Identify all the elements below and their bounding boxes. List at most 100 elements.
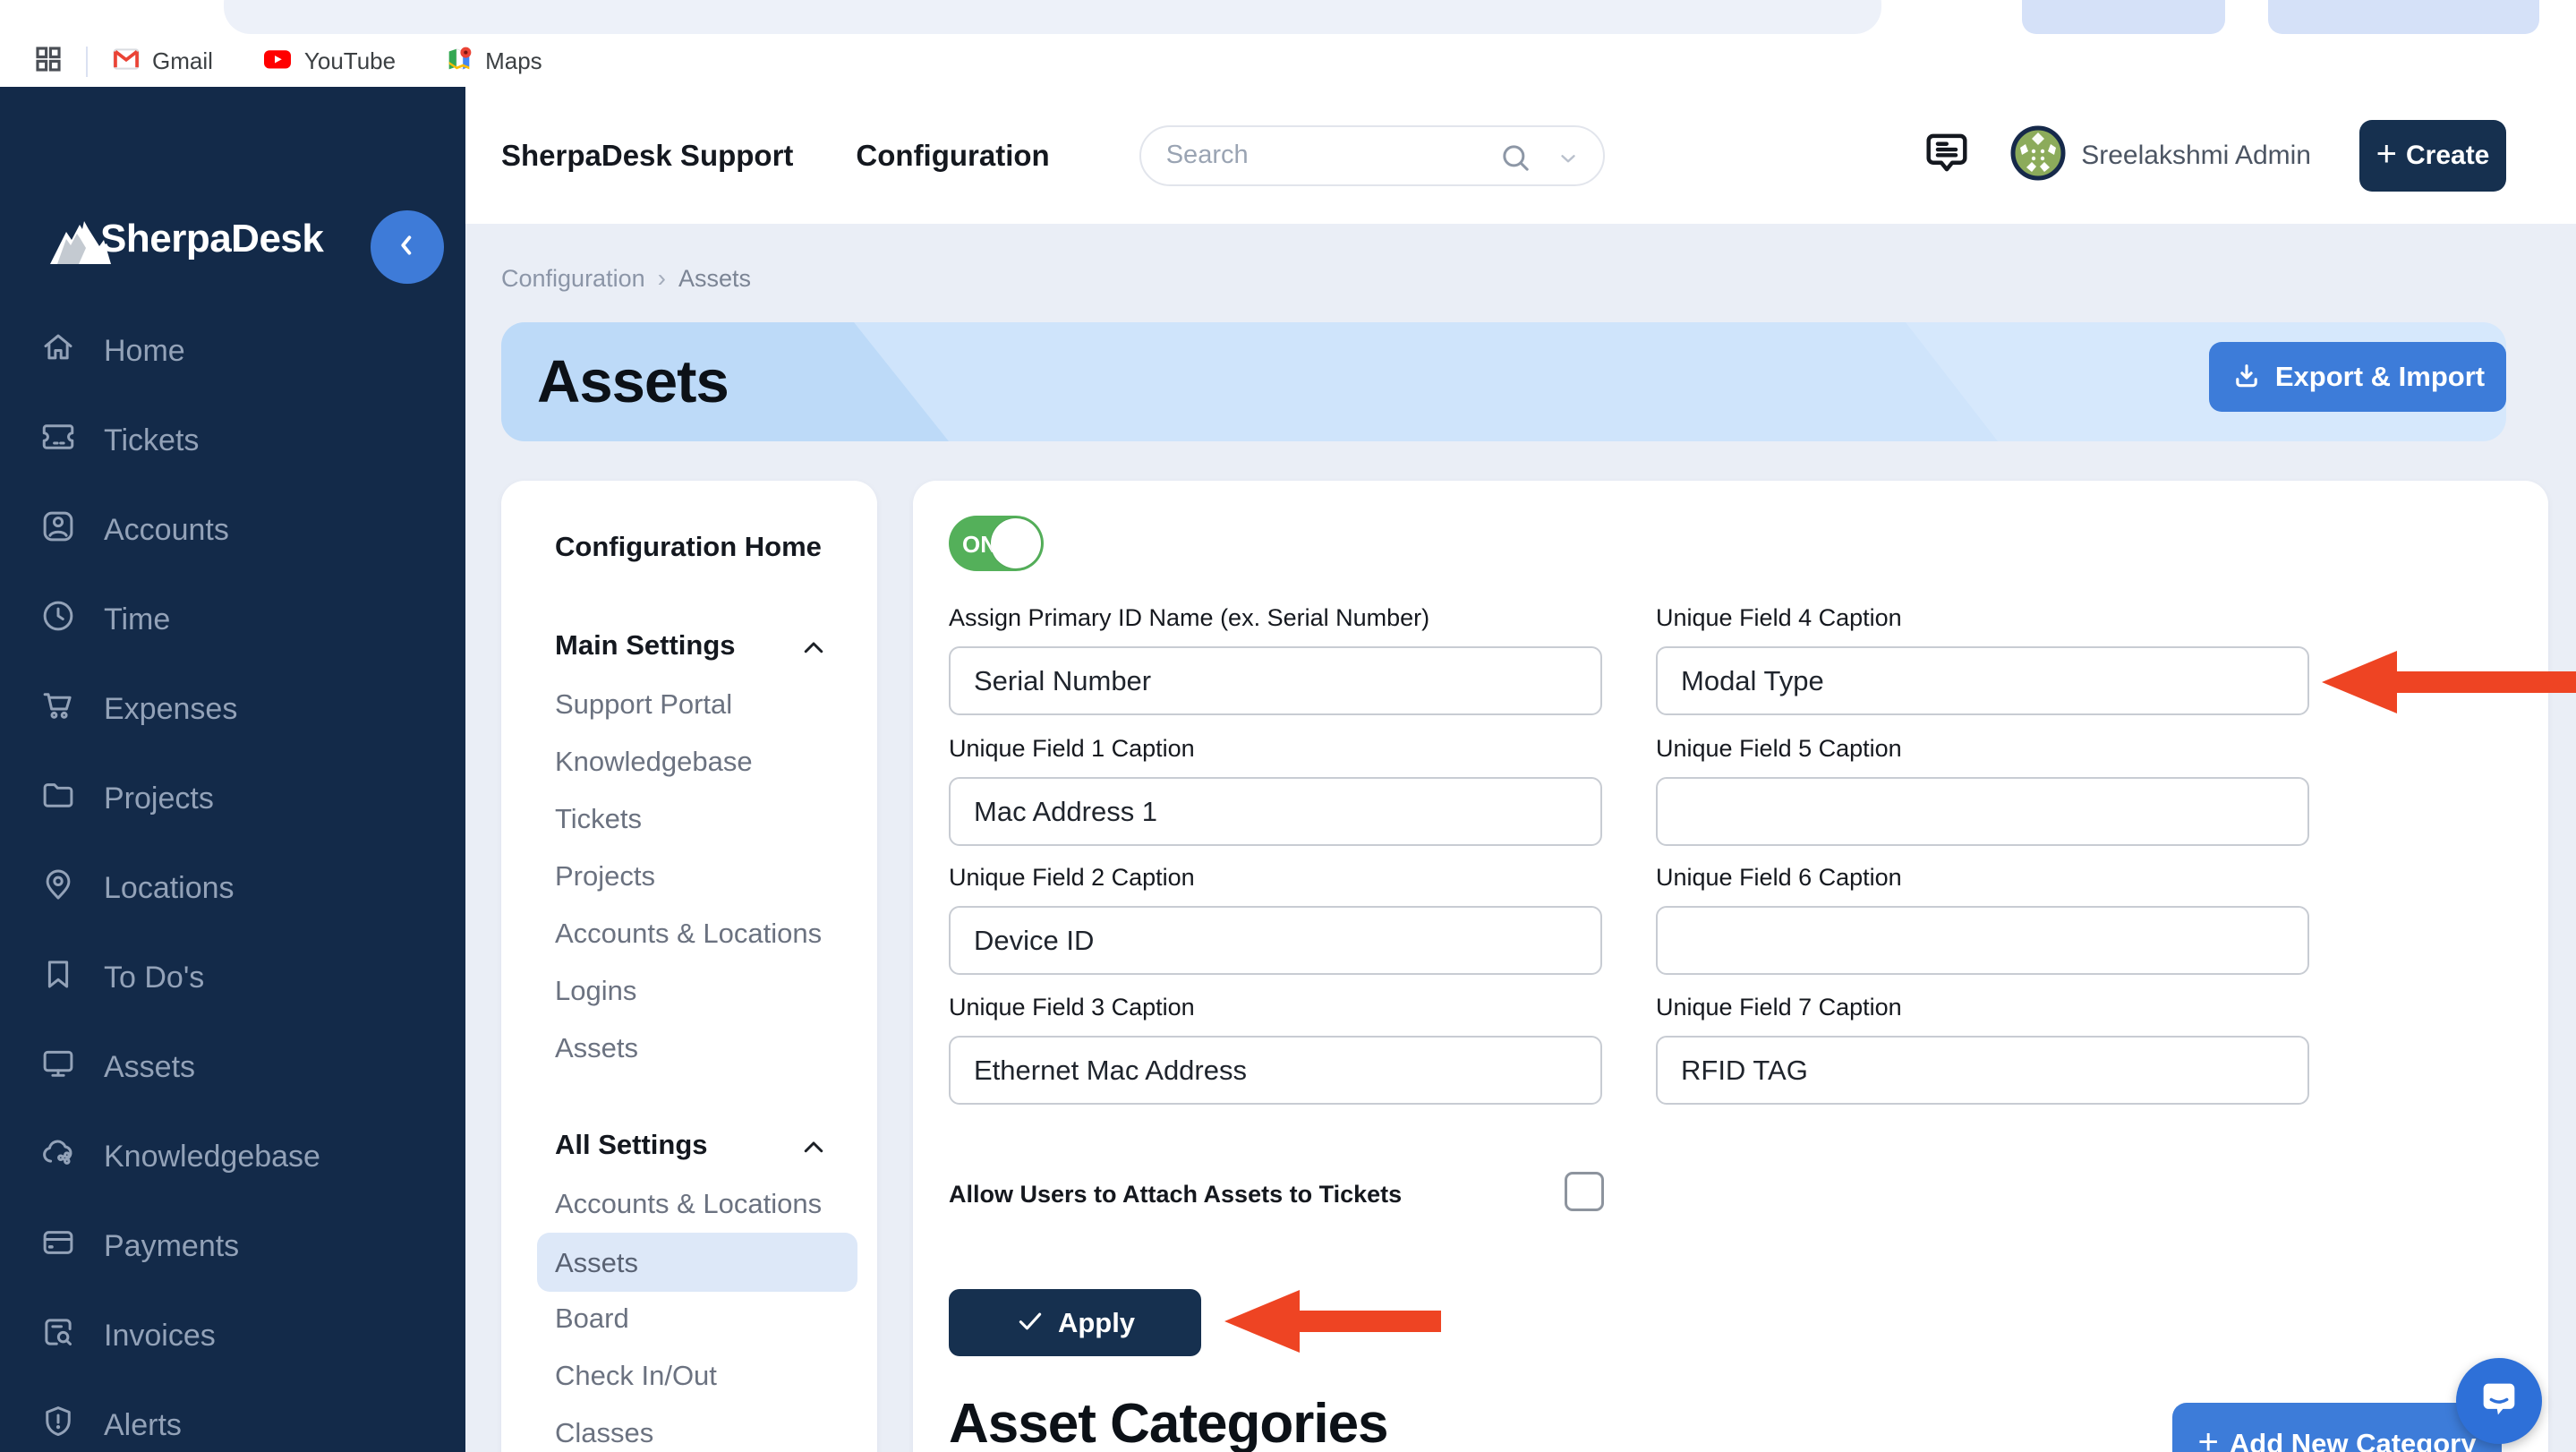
unique-field-3-input[interactable] [949,1036,1602,1105]
cart-icon [39,687,77,732]
config-nav-item-accounts-locations-all[interactable]: Accounts & Locations [555,1188,822,1220]
unique-field-1-input[interactable] [949,777,1602,846]
sidebar-item-label: Assets [104,1050,195,1085]
gmail-icon [111,44,141,79]
breadcrumb-assets: Assets [678,265,751,293]
config-nav-item-tickets[interactable]: Tickets [555,803,642,835]
browser-toolbar-pill[interactable] [2268,0,2539,34]
bookmark-gmail[interactable]: Gmail [111,44,213,79]
unique-field-4-input[interactable] [1656,646,2309,715]
apps-grid-icon[interactable] [32,43,64,80]
breadcrumb-configuration[interactable]: Configuration [501,265,645,293]
bookmarks-divider [86,47,88,77]
user-name[interactable]: Sreelakshmi Admin [2081,141,2311,171]
search-scope-chevron-icon[interactable] [1557,147,1580,175]
unique-field-6-input[interactable] [1656,906,2309,975]
assets-enabled-toggle[interactable]: ON [949,516,1044,571]
sidebar-item-expenses[interactable]: Expenses [0,664,465,754]
bookmark-youtube[interactable]: YouTube [261,43,396,80]
export-import-button[interactable]: Export & Import [2209,342,2506,412]
sidebar-item-assets[interactable]: Assets [0,1022,465,1112]
config-nav-item-check-in-out[interactable]: Check In/Out [555,1360,717,1392]
unique-field-4-label: Unique Field 4 Caption [1656,604,1902,632]
bookmark-maps[interactable]: Maps [444,44,542,79]
config-nav-item-projects[interactable]: Projects [555,860,655,893]
feedback-chat-icon[interactable] [1922,128,1972,183]
search-input[interactable] [1141,141,1472,170]
sherpadesk-logo[interactable]: SherpaDesk [30,201,323,276]
main-settings-header[interactable]: Main Settings [555,629,736,662]
config-nav-item-board[interactable]: Board [555,1303,629,1335]
unique-field-5-input[interactable] [1656,777,2309,846]
monitor-icon [39,1045,77,1090]
sidebar-item-knowledgebase[interactable]: Knowledgebase [0,1112,465,1201]
config-home-link[interactable]: Configuration Home [555,531,822,563]
clock-icon [39,597,77,643]
unique-field-2-input[interactable] [949,906,1602,975]
sidebar-item-label: Alerts [104,1408,182,1443]
annotation-arrow-modal-type [2322,651,2576,718]
chevron-up-icon[interactable] [800,1134,827,1166]
create-button[interactable]: + Create [2359,120,2506,192]
sidebar-item-label: Projects [104,782,214,816]
bookmark-label: YouTube [304,47,396,75]
sidebar-item-alerts[interactable]: Alerts [0,1380,465,1452]
configuration-nav-card: Configuration Home Main Settings Support… [501,481,877,1452]
primary-id-input[interactable] [949,646,1602,715]
sidebar-item-label: Home [104,334,185,369]
sidebar-item-tickets[interactable]: Tickets [0,396,465,485]
shield-alert-icon [39,1403,77,1448]
sidebar-item-time[interactable]: Time [0,575,465,664]
chevron-up-icon[interactable] [800,635,827,666]
sidebar-item-home[interactable]: Home [0,306,465,396]
unique-field-6-label: Unique Field 6 Caption [1656,864,1902,892]
sidebar-item-label: Expenses [104,692,237,727]
attach-assets-checkbox[interactable] [1565,1172,1604,1211]
sidebar-item-accounts[interactable]: Accounts [0,485,465,575]
search-icon[interactable] [1497,140,1533,180]
unique-field-7-label: Unique Field 7 Caption [1656,994,1902,1021]
support-chat-widget[interactable] [2456,1358,2542,1444]
sidebar-item-todos[interactable]: To Do's [0,933,465,1022]
browser-toolbar-pill[interactable] [2022,0,2225,34]
bookmark-label: Maps [485,47,542,75]
attach-assets-label: Allow Users to Attach Assets to Tickets [949,1181,1402,1209]
annotation-arrow-apply [1224,1290,1441,1357]
user-icon [39,508,77,553]
config-nav-item-logins[interactable]: Logins [555,975,636,1007]
sidebar-item-label: Knowledgebase [104,1140,320,1174]
sidebar-item-label: To Do's [104,961,204,995]
add-new-category-button[interactable]: + Add New Category [2172,1403,2502,1452]
config-nav-item-assets-main[interactable]: Assets [555,1032,638,1064]
all-settings-header[interactable]: All Settings [555,1129,708,1161]
nav-configuration[interactable]: Configuration [856,139,1049,173]
config-nav-item-classes[interactable]: Classes [555,1417,653,1449]
sidebar-item-label: Tickets [104,423,199,458]
global-search [1139,125,1605,186]
breadcrumb-separator: › [658,264,666,293]
unique-field-7-input[interactable] [1656,1036,2309,1105]
config-nav-item-support-portal[interactable]: Support Portal [555,688,732,721]
breadcrumb: Configuration › Assets [501,264,751,293]
config-nav-item-assets-active[interactable]: Assets [537,1233,857,1292]
plus-icon: + [2198,1424,2219,1452]
sidebar-item-payments[interactable]: Payments [0,1201,465,1291]
credit-card-icon [39,1224,77,1269]
config-nav-item-knowledgebase[interactable]: Knowledgebase [555,746,753,778]
asset-categories-title: Asset Categories [949,1392,1388,1452]
unique-field-2-label: Unique Field 2 Caption [949,864,1195,892]
brand-name: SherpaDesk [100,217,323,261]
sidebar-item-locations[interactable]: Locations [0,843,465,933]
sidebar-item-invoices[interactable]: Invoices [0,1291,465,1380]
sidebar-collapse-button[interactable] [371,210,444,284]
cloud-share-icon [39,1134,77,1180]
youtube-icon [261,43,294,80]
plus-icon: + [2376,136,2397,172]
primary-id-label: Assign Primary ID Name (ex. Serial Numbe… [949,604,1429,632]
unique-field-5-label: Unique Field 5 Caption [1656,735,1902,763]
sidebar-item-projects[interactable]: Projects [0,754,465,843]
apply-button[interactable]: Apply [949,1289,1201,1356]
avatar[interactable] [2009,124,2067,186]
config-nav-item-accounts-locations[interactable]: Accounts & Locations [555,918,822,950]
browser-omnibox[interactable] [224,0,1881,34]
